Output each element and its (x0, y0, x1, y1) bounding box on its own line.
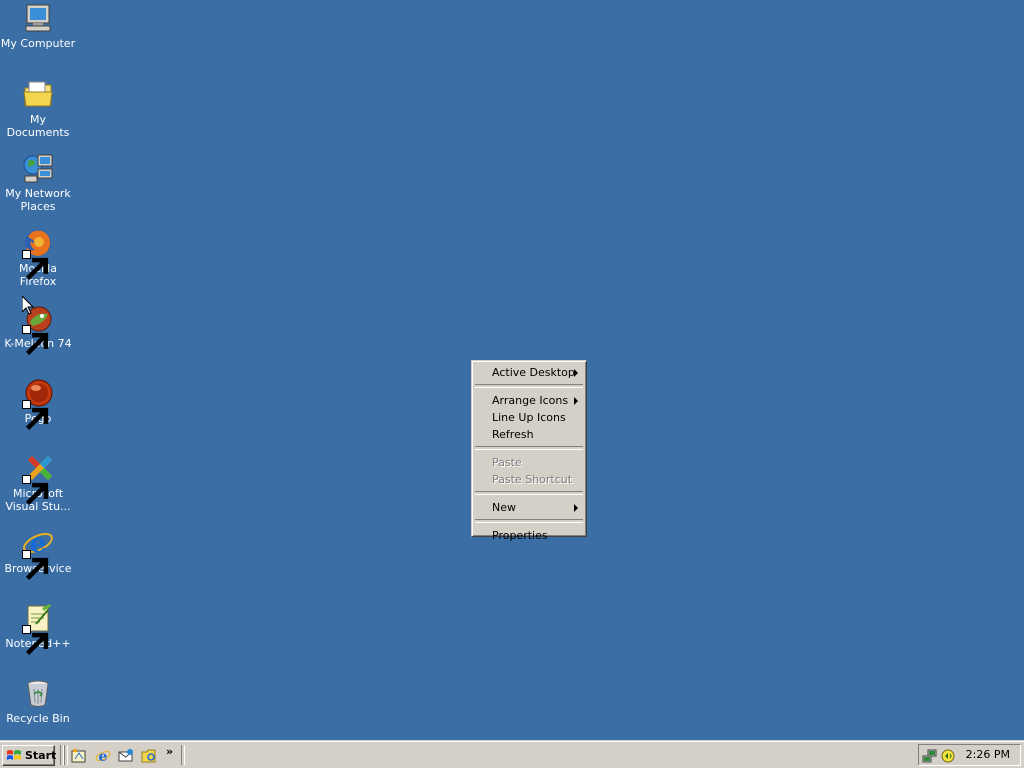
taskbar-clock[interactable]: 2:26 PM (966, 745, 1010, 765)
menu-item-label: Paste (492, 456, 522, 469)
desktop-icon-notepad-plus-plus[interactable]: Notepad++ (0, 602, 76, 656)
quick-launch-show-desktop[interactable] (70, 747, 88, 765)
menu-item-label: Arrange Icons (492, 394, 569, 407)
desktop-icon-k-meleon[interactable]: K-Meleon 74 (0, 302, 76, 356)
quick-launch-outlook-express[interactable] (117, 747, 135, 765)
ie-icon: e (95, 749, 111, 764)
start-button-label: Start (25, 749, 57, 762)
desktop-icon-visual-studio[interactable]: Microsoft Visual Stu... (0, 452, 76, 513)
shortcut-arrow-icon (22, 625, 49, 656)
menu-item-paste-shortcut: Paste Shortcut (474, 471, 584, 488)
desktop-icon-label: My Computer (0, 37, 76, 50)
taskbar-divider (64, 745, 68, 765)
desktop-context-menu: Active Desktop Arrange Icons Line Up Ico… (471, 360, 587, 542)
volume-tray-icon[interactable] (940, 748, 956, 764)
submenu-arrow-icon (574, 504, 578, 512)
outlook-express-icon (118, 749, 133, 762)
shortcut-arrow-icon (22, 550, 49, 581)
pego-icon (22, 377, 54, 431)
system-tray: 2:26 PM (918, 744, 1021, 766)
menu-item-line-up-icons[interactable]: Line Up Icons (474, 409, 584, 426)
submenu-arrow-icon (574, 369, 578, 377)
network-tray-icon[interactable] (922, 748, 938, 764)
start-button[interactable]: Start (2, 745, 57, 766)
computer-icon (22, 2, 54, 34)
menu-item-label: Active Desktop (492, 366, 575, 379)
network-icon (22, 152, 54, 184)
firefox-icon (22, 227, 54, 281)
svg-text:e: e (99, 749, 108, 764)
folder-icon (22, 78, 54, 110)
menu-item-label: Refresh (492, 428, 534, 441)
desktop-icon-label: My Network Places (5, 187, 71, 213)
desktop-icon-recycle-bin[interactable]: Recycle Bin (0, 677, 76, 725)
menu-item-refresh[interactable]: Refresh (474, 426, 584, 443)
menu-item-active-desktop[interactable]: Active Desktop (474, 364, 584, 381)
notepad-icon (22, 602, 54, 656)
quick-launch-more-button[interactable]: » (166, 745, 173, 758)
desktop-icon-browservice[interactable]: e Browservice (0, 527, 76, 581)
desktop-icon-label: Recycle Bin (6, 712, 70, 725)
quick-launch-internet-explorer[interactable]: e (94, 747, 112, 765)
menu-item-label: New (492, 501, 516, 514)
taskbar: Start e » 2:26 PM (0, 740, 1024, 768)
menu-item-label: Paste Shortcut (492, 473, 573, 486)
shortcut-arrow-icon (22, 400, 49, 431)
windows-logo-icon (7, 750, 21, 760)
menu-separator (475, 491, 583, 495)
mouse-cursor-icon (22, 296, 34, 315)
shortcut-arrow-icon (22, 475, 49, 506)
show-desktop-icon (71, 749, 86, 763)
quick-launch-explorer[interactable] (140, 747, 158, 765)
menu-item-label: Properties (492, 529, 548, 542)
desktop-icon-pego[interactable]: Pego (0, 377, 76, 431)
recycle-bin-icon (22, 677, 54, 709)
menu-separator (475, 519, 583, 523)
submenu-arrow-icon (574, 397, 578, 405)
menu-item-label: Line Up Icons (492, 411, 566, 424)
desktop-icon-my-documents[interactable]: My Documents (0, 78, 76, 139)
menu-item-arrange-icons[interactable]: Arrange Icons (474, 392, 584, 409)
ie-icon: e (22, 527, 54, 581)
desktop-icon-label: My Documents (6, 113, 70, 139)
desktop-icon-mozilla-firefox[interactable]: Mozilla Firefox (0, 227, 76, 288)
menu-separator (475, 446, 583, 450)
shortcut-arrow-icon (22, 250, 49, 281)
menu-item-properties[interactable]: Properties (474, 527, 584, 544)
explorer-icon (141, 749, 156, 763)
menu-separator (475, 384, 583, 388)
shortcut-arrow-icon (22, 325, 49, 356)
desktop-icon-my-network-places[interactable]: My Network Places (0, 152, 76, 213)
menu-item-paste: Paste (474, 454, 584, 471)
menu-item-new[interactable]: New (474, 499, 584, 516)
desktop-icon-my-computer[interactable]: My Computer (0, 2, 76, 50)
taskbar-divider (181, 745, 185, 765)
visual-studio-icon (22, 452, 54, 506)
